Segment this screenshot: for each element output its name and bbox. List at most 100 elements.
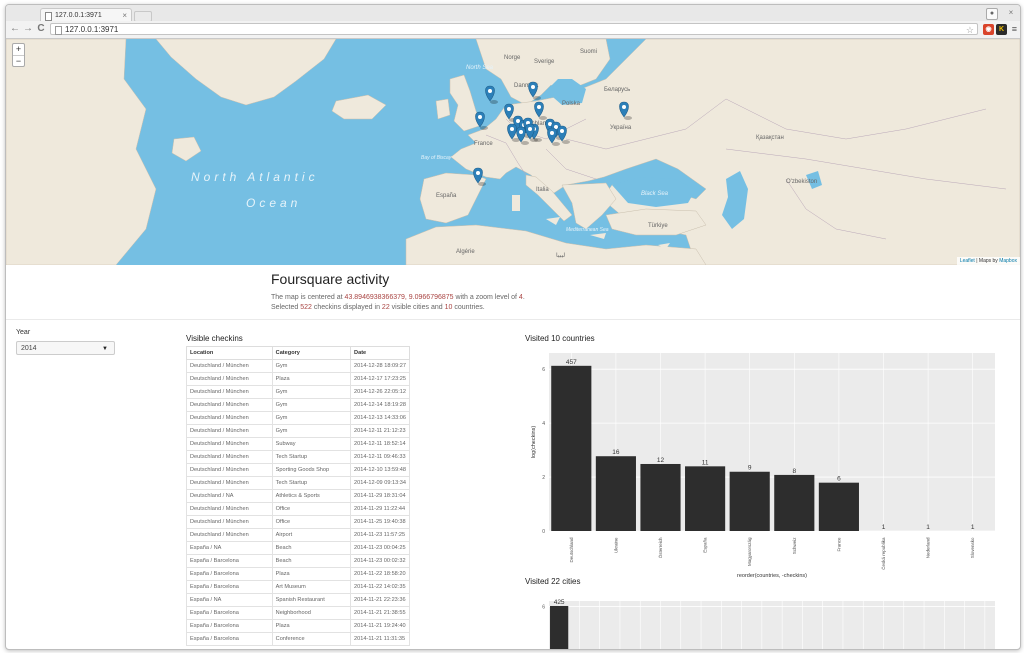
tab-title: 127.0.0.1:3971: [55, 12, 102, 19]
date-cell: 2014-11-23 00:02:32: [350, 554, 410, 568]
table-row[interactable]: Deutschland / München Sporting Goods Shop…: [186, 463, 410, 477]
location-cell: Deutschland / München: [186, 528, 273, 542]
date-cell: 2014-12-11 18:52:14: [350, 437, 410, 451]
marker-dot: [507, 107, 511, 111]
info-text: The map is centered at: [271, 294, 345, 301]
table-row[interactable]: Deutschland / München Gym 2014-12-11 21:12…: [186, 424, 410, 438]
table-row[interactable]: Deutschland / München Gym 2014-12-28 18:09…: [186, 359, 410, 373]
bar-value-label: 457: [566, 359, 577, 366]
country-label: Беларусь: [604, 87, 630, 93]
info-text: checkins displayed in: [311, 304, 382, 311]
ocean-label: North Atlantic: [191, 170, 319, 184]
table-row[interactable]: Deutschland / München Gym 2014-12-13 14:33…: [186, 411, 410, 425]
marker-shadow: [521, 141, 529, 145]
table-row[interactable]: España / Barcelona Neighborhood 2014-11-21…: [186, 606, 410, 620]
table-row[interactable]: España / Barcelona Plaza 2014-11-22 18:58:…: [186, 567, 410, 581]
marker-dot: [537, 105, 541, 109]
table-row[interactable]: Deutschland / München Office 2014-11-29 11…: [186, 502, 410, 516]
table-row[interactable]: Deutschland / München Gym 2014-12-26 22:05…: [186, 385, 410, 399]
category-cell: Plaza: [271, 372, 352, 386]
column-header[interactable]: Date: [350, 346, 410, 360]
forward-button[interactable]: →: [22, 23, 34, 35]
bar-value-label: 16: [612, 449, 620, 456]
category-cell: Spanish Restaurant: [271, 593, 352, 607]
column-header[interactable]: Location: [186, 346, 273, 360]
table-row[interactable]: Deutschland / München Plaza 2014-12-17 17:…: [186, 372, 410, 386]
sea-label: North Sea: [466, 65, 494, 71]
table-row[interactable]: Deutschland / München Tech Startup 2014-12…: [186, 476, 410, 490]
location-cell: España / Barcelona: [186, 567, 273, 581]
zoom-in-button[interactable]: +: [13, 44, 24, 56]
info-text: Selected: [271, 304, 301, 311]
category-cell: Gym: [271, 385, 352, 399]
back-button[interactable]: ←: [9, 23, 21, 35]
map[interactable]: North Atlantic Ocean North Sea Bay of Bi…: [6, 39, 1020, 265]
table-row[interactable]: España / NA Spanish Restaurant 2014-11-21 …: [186, 593, 410, 607]
sea-label: Black Sea: [641, 191, 669, 197]
zoom-out-button[interactable]: −: [13, 56, 24, 67]
tab-strip: 127.0.0.1:3971 × ● ×: [6, 5, 1020, 22]
category-cell: Plaza: [271, 567, 352, 581]
date-cell: 2014-12-09 09:13:34: [350, 476, 410, 490]
column-header[interactable]: Category: [271, 346, 352, 360]
country-label: Suomi: [580, 49, 597, 55]
category-cell: Beach: [271, 541, 352, 555]
table-body: Deutschland / München Gym 2014-12-28 18:09…: [186, 359, 410, 646]
leaflet-link[interactable]: Leaflet: [960, 258, 975, 264]
cities-chart: 6 425: [542, 599, 995, 649]
x-tick-label: Schweiz: [792, 537, 797, 555]
browser-tab[interactable]: 127.0.0.1:3971 ×: [40, 8, 132, 21]
date-cell: 2014-12-10 13:59:48: [350, 463, 410, 477]
marker-shadow: [478, 182, 486, 186]
x-tick-label: Nederland: [926, 537, 931, 558]
extension-icon[interactable]: ◉: [983, 24, 994, 35]
address-bar[interactable]: 127.0.0.1:3971 ☆: [50, 23, 978, 35]
divider: [6, 319, 1020, 320]
date-cell: 2014-12-13 14:33:06: [350, 411, 410, 425]
reload-button[interactable]: C: [35, 23, 47, 35]
location-cell: Deutschland / München: [186, 411, 273, 425]
date-cell: 2014-11-23 00:04:25: [350, 541, 410, 555]
table-row[interactable]: Deutschland / München Subway 2014-12-11 18…: [186, 437, 410, 451]
table-row[interactable]: Deutschland / München Airport 2014-11-23 1…: [186, 528, 410, 542]
x-axis-title: reorder(countries, -checkins): [737, 573, 807, 579]
marker-shadow: [539, 116, 547, 120]
marker-shadow: [530, 138, 538, 142]
window-close-icon[interactable]: ×: [1006, 8, 1016, 18]
y-tick-label: 2: [542, 475, 545, 481]
cities-heading: Visited 22 cities: [525, 577, 581, 586]
table-row[interactable]: España / Barcelona Art Museum 2014-11-22 1…: [186, 580, 410, 594]
table-row[interactable]: España / Barcelona Conference 2014-11-21 1…: [186, 632, 410, 646]
category-cell: Airport: [271, 528, 352, 542]
category-cell: Gym: [271, 424, 352, 438]
table-row[interactable]: Deutschland / München Gym 2014-12-14 18:19…: [186, 398, 410, 412]
extension-icon[interactable]: K: [996, 24, 1007, 35]
checkins-table: Location Category Date Deutschland / Mün…: [186, 346, 410, 646]
x-tick-label: Slovensko: [970, 537, 975, 558]
mapbox-link[interactable]: Mapbox: [999, 258, 1017, 264]
bookmark-star-icon[interactable]: ☆: [966, 24, 974, 36]
y-tick-label: 6: [542, 604, 545, 610]
table-row[interactable]: España / Barcelona Plaza 2014-11-21 19:24:…: [186, 619, 410, 633]
date-cell: 2014-11-21 19:24:40: [350, 619, 410, 633]
table-row[interactable]: Deutschland / NA Athletics & Sports 2014-1…: [186, 489, 410, 503]
map-info: The map is centered at 43.8946938366379,…: [271, 293, 771, 313]
browser-menu-icon[interactable]: ≡: [1012, 24, 1017, 35]
date-cell: 2014-12-11 09:46:33: [350, 450, 410, 464]
table-row[interactable]: España / Barcelona Beach 2014-11-23 00:02:…: [186, 554, 410, 568]
location-cell: España / Barcelona: [186, 580, 273, 594]
date-cell: 2014-12-14 18:19:28: [350, 398, 410, 412]
bar-value-label: 1: [971, 524, 975, 531]
category-cell: Conference: [271, 632, 352, 646]
profile-icon[interactable]: ●: [986, 8, 998, 20]
country-label: Türkiye: [648, 223, 668, 229]
date-cell: 2014-12-28 18:09:27: [350, 359, 410, 373]
table-row[interactable]: Deutschland / München Office 2014-11-25 19…: [186, 515, 410, 529]
year-select[interactable]: 2014 ▼: [16, 341, 115, 355]
location-cell: Deutschland / München: [186, 398, 273, 412]
table-row[interactable]: Deutschland / München Tech Startup 2014-12…: [186, 450, 410, 464]
table-row[interactable]: España / NA Beach 2014-11-23 00:04:25: [186, 541, 410, 555]
x-tick-label: España: [703, 537, 708, 553]
info-text: with a zoom level of: [453, 294, 519, 301]
info-text: visible cities and: [389, 304, 445, 311]
